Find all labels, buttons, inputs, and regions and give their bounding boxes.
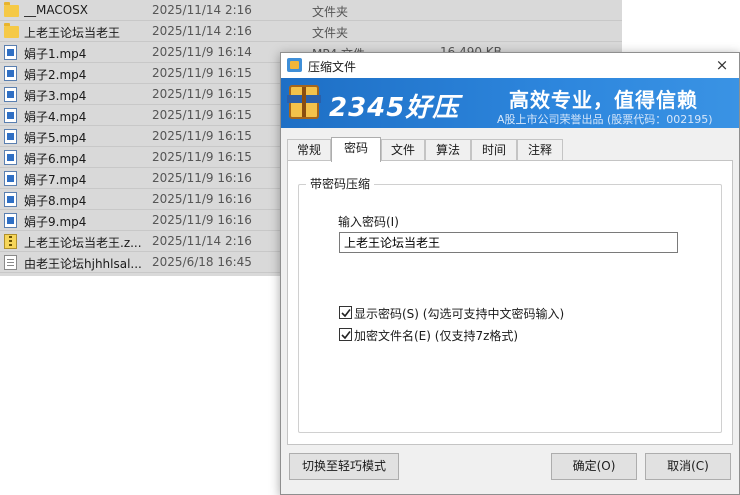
ok-button[interactable]: 确定(O) [551, 453, 637, 480]
video-file-icon [4, 45, 17, 60]
file-name: 娟子4.mp4 [24, 110, 87, 124]
file-date: 2025/11/9 16:15 [152, 129, 252, 143]
file-date: 2025/11/9 16:15 [152, 66, 252, 80]
file-date: 2025/11/9 16:15 [152, 87, 252, 101]
groupbox-title: 带密码压缩 [306, 175, 375, 192]
tab-password[interactable]: 密码 [331, 137, 381, 162]
checkbox-checked-icon[interactable] [339, 306, 352, 319]
show-password-label: 显示密码(S) (勾选可支持中文密码输入) [354, 307, 565, 321]
haozip-logo-icon [287, 85, 321, 119]
banner-slogan: 高效专业，值得信赖 [509, 88, 698, 112]
file-name: 娟子8.mp4 [24, 194, 87, 208]
file-date: 2025/11/14 2:16 [152, 234, 252, 248]
video-file-icon [4, 108, 17, 123]
video-file-icon [4, 192, 17, 207]
switch-mode-button[interactable]: 切换至轻巧模式 [289, 453, 399, 480]
tab-general[interactable]: 常规 [287, 139, 331, 161]
close-button[interactable]: × [711, 56, 733, 75]
file-date: 2025/6/18 16:45 [152, 255, 252, 269]
file-date: 2025/11/14 2:16 [152, 3, 252, 17]
file-name: 上老王论坛当老王.z... [24, 236, 142, 250]
cancel-button[interactable]: 取消(C) [645, 453, 731, 480]
file-date: 2025/11/9 16:15 [152, 108, 252, 122]
password-label: 输入密码(I) [338, 215, 399, 229]
file-name: 娟子7.mp4 [24, 173, 87, 187]
file-name: 娟子5.mp4 [24, 131, 87, 145]
file-name: 娟子6.mp4 [24, 152, 87, 166]
file-name: 娟子1.mp4 [24, 47, 87, 61]
compress-dialog: 压缩文件 × 2345好压 高效专业，值得信赖 A股上市公司荣誉出品 (股票代码… [280, 52, 740, 495]
tab-files[interactable]: 文件 [381, 139, 425, 161]
video-file-icon [4, 171, 17, 186]
file-type: 文件夹 [312, 26, 349, 40]
zip-file-icon [4, 234, 17, 249]
file-name: 娟子2.mp4 [24, 68, 87, 82]
tab-algorithm[interactable]: 算法 [425, 139, 471, 161]
video-file-icon [4, 150, 17, 165]
video-file-icon [4, 87, 17, 102]
banner-brand: 2345好压 [329, 93, 460, 123]
file-date: 2025/11/9 16:14 [152, 45, 252, 59]
file-date: 2025/11/9 16:16 [152, 213, 252, 227]
file-name: 娟子9.mp4 [24, 215, 87, 229]
banner-subtitle: A股上市公司荣誉出品 (股票代码：002195) [497, 113, 713, 126]
password-input[interactable] [339, 232, 678, 253]
brand-banner: 2345好压 高效专业，值得信赖 A股上市公司荣誉出品 (股票代码：002195… [281, 78, 739, 128]
text-file-icon [4, 255, 17, 270]
folder-icon [4, 2, 19, 17]
file-name: 由老王论坛hjhhlsal... [24, 257, 142, 271]
haozip-app-icon [287, 58, 302, 72]
file-name: 娟子3.mp4 [24, 89, 87, 103]
file-date: 2025/11/9 16:16 [152, 192, 252, 206]
file-date: 2025/11/9 16:15 [152, 150, 252, 164]
file-name: __MACOSX [24, 3, 89, 17]
file-row[interactable]: 上老王论坛当老王 2025/11/14 2:16 文件夹 [0, 21, 622, 42]
password-tab-panel: 带密码压缩 输入密码(I) 显示密码(S) (勾选可支持中文密码输入) 加密文件… [287, 160, 733, 445]
video-file-icon [4, 66, 17, 81]
file-date: 2025/11/14 2:16 [152, 24, 252, 38]
folder-icon [4, 23, 19, 38]
dialog-titlebar[interactable]: 压缩文件 × [281, 53, 739, 78]
tab-time[interactable]: 时间 [471, 139, 517, 161]
encrypt-filenames-label: 加密文件名(E) (仅支持7z格式) [354, 329, 519, 343]
tab-comment[interactable]: 注释 [517, 139, 563, 161]
file-name: 上老王论坛当老王 [24, 26, 121, 40]
video-file-icon [4, 129, 17, 144]
video-file-icon [4, 213, 17, 228]
file-date: 2025/11/9 16:16 [152, 171, 252, 185]
file-type: 文件夹 [312, 5, 349, 19]
checkbox-checked-icon[interactable] [339, 328, 352, 341]
dialog-title: 压缩文件 [308, 60, 357, 74]
file-row[interactable]: __MACOSX 2025/11/14 2:16 文件夹 [0, 0, 622, 21]
